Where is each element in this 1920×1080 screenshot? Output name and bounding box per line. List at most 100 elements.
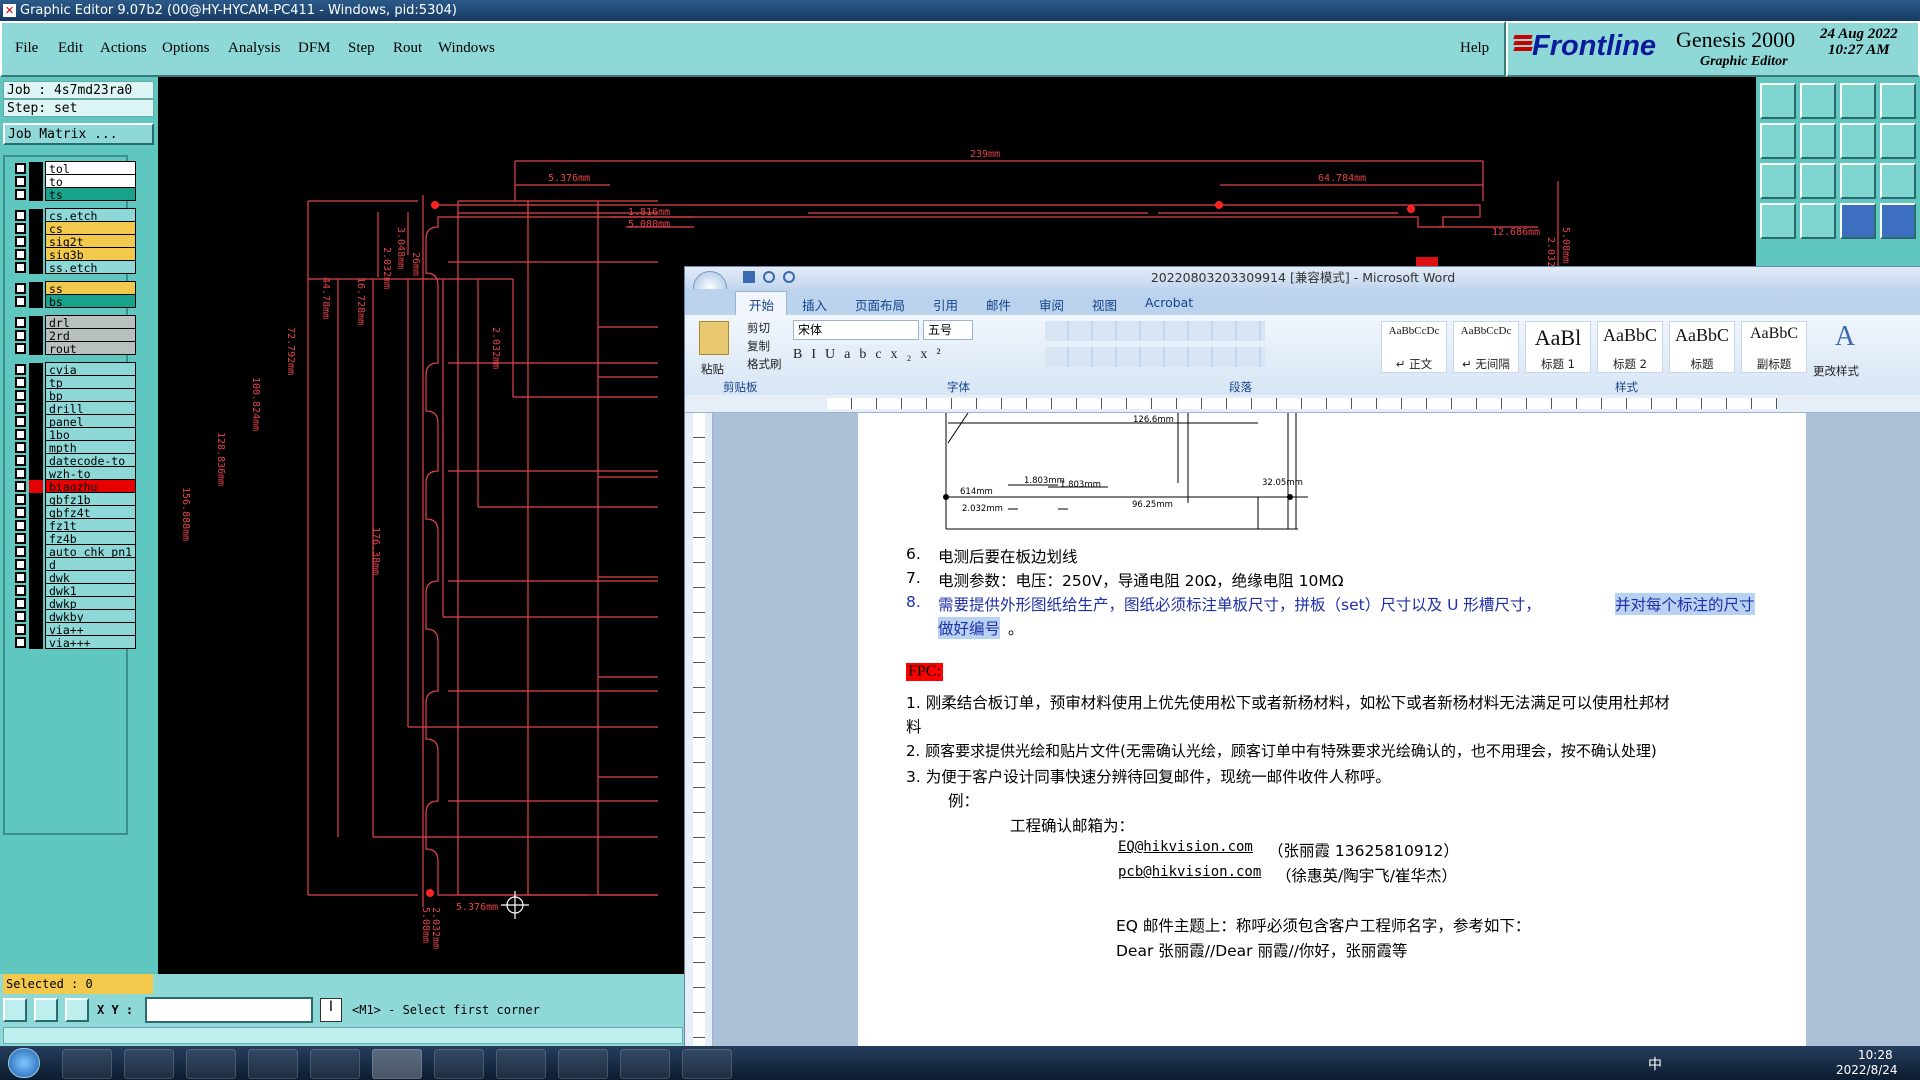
taskbar-eye2-icon[interactable] <box>620 1049 670 1079</box>
layer-name[interactable]: drl <box>45 315 136 330</box>
layer-checkbox[interactable] <box>15 533 26 544</box>
vertical-ruler[interactable] <box>685 413 713 1047</box>
layer-checkbox[interactable] <box>15 262 26 273</box>
layer-checkbox[interactable] <box>15 377 26 388</box>
layer-row[interactable]: bs <box>12 294 136 309</box>
line-tool-icon[interactable] <box>34 998 58 1022</box>
layer-name[interactable]: wzh-to <box>45 466 136 481</box>
pan-right-icon[interactable] <box>1800 123 1836 159</box>
tab-home[interactable]: 开始 <box>749 295 774 314</box>
scale-icon[interactable] <box>1840 163 1876 199</box>
taskbar-excel-icon[interactable] <box>434 1049 484 1079</box>
layer-checkbox[interactable] <box>15 455 26 466</box>
mail-1-link[interactable]: EQ@hikvision.com <box>1118 839 1253 855</box>
menu-help[interactable]: Help <box>1460 40 1489 57</box>
taskbar-p-icon[interactable] <box>682 1049 732 1079</box>
layer-checkbox[interactable] <box>15 468 26 479</box>
layer-name[interactable]: gbfz4t <box>45 505 136 520</box>
tab-review[interactable]: 审阅 <box>1039 295 1064 314</box>
paste-icon[interactable] <box>699 321 729 355</box>
layer-name[interactable]: bs <box>45 294 136 309</box>
layer-name[interactable]: datecode-to <box>45 453 136 468</box>
layer-name[interactable]: ss <box>45 281 136 296</box>
select-tool-icon[interactable] <box>3 998 27 1022</box>
font-format-buttons[interactable]: BIUabcx₂x² <box>793 347 993 367</box>
layer-name[interactable]: via++ <box>45 622 136 637</box>
tab-layout[interactable]: 页面布局 <box>855 295 905 314</box>
layer-checkbox[interactable] <box>15 598 26 609</box>
layer-name[interactable]: sig3b <box>45 247 136 262</box>
style-item[interactable]: AaBl 标题 1 <box>1525 321 1591 373</box>
grid-icon[interactable] <box>1880 83 1916 119</box>
style-item[interactable]: AaBbC 标题 <box>1669 321 1735 373</box>
menu-windows[interactable]: Windows <box>438 40 495 57</box>
style-item[interactable]: AaBbC 标题 2 <box>1597 321 1663 373</box>
clock-time[interactable]: 10:28 <box>1858 1048 1893 1062</box>
layer-checkbox[interactable] <box>15 507 26 518</box>
menu-analysis[interactable]: Analysis <box>228 40 281 57</box>
menu-actions[interactable]: Actions <box>100 40 147 57</box>
layer-checkbox[interactable] <box>15 611 26 622</box>
document-area[interactable]: 126.6mm 614mm 1.803mm 1.803mm 32.05mm 2.… <box>713 413 1920 1047</box>
taskbar-eye-icon[interactable] <box>496 1049 546 1079</box>
layer-name[interactable]: via+++ <box>45 635 136 650</box>
tab-mailings[interactable]: 邮件 <box>986 295 1011 314</box>
layer-name[interactable]: ts <box>45 187 136 202</box>
taskbar-notepad-icon[interactable] <box>124 1049 174 1079</box>
undo-icon[interactable] <box>763 271 775 283</box>
layer-name[interactable]: tp <box>45 375 136 390</box>
help-icon[interactable] <box>1880 163 1916 199</box>
layer-checkbox[interactable] <box>15 343 26 354</box>
xy-input[interactable] <box>145 997 313 1023</box>
layer-name[interactable]: auto_chk_pn1 <box>45 544 136 559</box>
layer-checkbox[interactable] <box>15 189 26 200</box>
layer-name[interactable]: dwk1 <box>45 583 136 598</box>
grid-tool-icon[interactable] <box>65 998 89 1022</box>
layer-checkbox[interactable] <box>15 210 26 221</box>
zoom-back-icon[interactable] <box>1800 83 1836 119</box>
taskbar-red-app-icon[interactable] <box>310 1049 360 1079</box>
layer-checkbox[interactable] <box>15 481 26 492</box>
snap-icon[interactable] <box>1840 123 1876 159</box>
font-size-select[interactable]: 五号 <box>923 320 973 340</box>
tab-acrobat[interactable]: Acrobat <box>1145 295 1193 310</box>
layer-name[interactable]: drill <box>45 401 136 416</box>
layer-checkbox[interactable] <box>15 416 26 427</box>
layer-checkbox[interactable] <box>15 442 26 453</box>
style-item[interactable]: AaBbCcDc ↵ 正文 <box>1381 321 1447 373</box>
layer-checkbox[interactable] <box>15 403 26 414</box>
copy-button[interactable]: 复制 <box>747 338 770 354</box>
document-page[interactable]: 126.6mm 614mm 1.803mm 1.803mm 32.05mm 2.… <box>858 413 1806 1047</box>
layer-name[interactable]: cs.etch <box>45 208 136 223</box>
change-styles-button[interactable]: 更改样式 <box>1813 363 1859 379</box>
start-button[interactable] <box>8 1048 40 1078</box>
layer-name[interactable]: panel <box>45 414 136 429</box>
job-matrix-button[interactable]: Job Matrix ... <box>3 123 154 145</box>
layer-name[interactable]: 2rd <box>45 328 136 343</box>
menu-edit[interactable]: Edit <box>58 40 83 57</box>
layer-checkbox[interactable] <box>15 249 26 260</box>
layer-row[interactable]: ss.etch <box>12 260 136 275</box>
menu-step[interactable]: Step <box>348 40 375 57</box>
layer-checkbox[interactable] <box>15 585 26 596</box>
settings-icon[interactable] <box>1880 203 1916 239</box>
save-icon[interactable] <box>743 271 755 283</box>
tab-references[interactable]: 引用 <box>933 295 958 314</box>
redo-icon[interactable] <box>783 271 795 283</box>
layer-checkbox[interactable] <box>15 559 26 570</box>
font-name-select[interactable]: 宋体 <box>793 320 919 340</box>
horizontal-ruler[interactable] <box>685 395 1920 413</box>
ime-indicator[interactable]: 中 <box>1648 1054 1662 1074</box>
zoom-fit-icon[interactable] <box>1760 163 1796 199</box>
tab-insert[interactable]: 插入 <box>802 295 827 314</box>
layer-name[interactable]: dwkp <box>45 596 136 611</box>
layer-checkbox[interactable] <box>15 494 26 505</box>
layer-name[interactable]: fz1t <box>45 518 136 533</box>
paste-button[interactable]: 粘贴 <box>701 361 724 377</box>
style-item[interactable]: AaBbCcDc ↵ 无间隔 <box>1453 321 1519 373</box>
layer-checkbox[interactable] <box>15 296 26 307</box>
format-painter-button[interactable]: 格式刷 <box>747 356 782 372</box>
change-styles-icon[interactable]: A <box>1825 321 1865 352</box>
layer-row[interactable]: rout <box>12 341 136 356</box>
menu-dfm[interactable]: DFM <box>298 40 331 57</box>
